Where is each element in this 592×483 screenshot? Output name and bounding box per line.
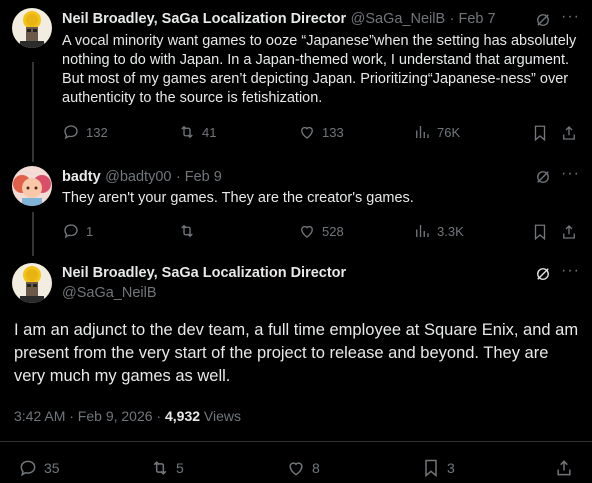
like-button[interactable]: 528 xyxy=(298,222,344,240)
reply-icon xyxy=(20,460,36,477)
reply-count: 35 xyxy=(44,460,60,476)
reply-button[interactable]: 132 xyxy=(62,123,108,141)
reply-count: 1 xyxy=(86,223,94,239)
tweet-text: A vocal minority want games to ooze “Jap… xyxy=(62,33,577,106)
views-button[interactable]: 3.3K xyxy=(413,222,464,240)
avatar[interactable] xyxy=(12,263,52,303)
bookmark-icon[interactable] xyxy=(531,223,549,246)
heart-icon xyxy=(301,225,313,238)
tweet-date[interactable]: · Feb 7 xyxy=(450,11,496,27)
author-name[interactable]: Neil Broadley, SaGa Localization Directo… xyxy=(62,11,346,27)
reply-icon xyxy=(64,224,78,239)
like-button[interactable]: 8 xyxy=(286,458,320,478)
author-handle[interactable]: @SaGa_NeilB xyxy=(351,11,446,27)
views-icon xyxy=(416,126,429,138)
thread-line xyxy=(32,62,34,162)
tweet-meta: 3:42 AM · Feb 9, 2026 · 4,932 Views xyxy=(14,408,241,424)
repost-icon xyxy=(181,125,193,139)
author-name[interactable]: badty xyxy=(62,169,101,185)
repost-count: 5 xyxy=(176,460,184,476)
views-count: 4,932 xyxy=(164,408,201,424)
tweet-text: They aren't your games. They are the cre… xyxy=(62,190,414,206)
avatar[interactable] xyxy=(12,8,52,48)
tweet-header: badty @badty00 · Feb 9 xyxy=(62,168,222,186)
view-count: 76K xyxy=(437,124,461,140)
avatar[interactable] xyxy=(12,166,52,206)
share-icon[interactable] xyxy=(560,124,578,147)
views-button[interactable]: 76K xyxy=(413,123,460,141)
tweet-date[interactable]: · Feb 9 xyxy=(176,169,222,185)
views-label: Views xyxy=(203,408,242,424)
like-count: 8 xyxy=(312,460,320,476)
reply-button[interactable]: 1 xyxy=(62,222,93,240)
like-button[interactable]: 133 xyxy=(298,123,344,141)
repost-button[interactable] xyxy=(178,222,202,240)
share-icon[interactable] xyxy=(560,223,578,246)
author-name[interactable]: Neil Broadley, SaGa Localization Directo… xyxy=(62,265,346,281)
thread-line xyxy=(32,212,34,256)
grok-icon[interactable] xyxy=(534,11,552,34)
tweet-header: Neil Broadley, SaGa Localization Directo… xyxy=(62,10,496,28)
repost-icon xyxy=(153,461,167,475)
like-count: 528 xyxy=(322,223,344,239)
more-options-icon[interactable]: ··· xyxy=(561,165,580,183)
grok-icon[interactable] xyxy=(534,168,552,191)
share-icon[interactable] xyxy=(554,458,574,483)
heart-icon xyxy=(289,462,303,476)
repost-button[interactable]: 41 xyxy=(178,123,216,141)
grok-icon[interactable] xyxy=(534,265,552,288)
repost-icon xyxy=(181,224,193,238)
author-handle[interactable]: @SaGa_NeilB xyxy=(62,285,157,301)
more-options-icon[interactable]: ··· xyxy=(561,8,580,26)
repost-count: 41 xyxy=(202,124,217,140)
like-count: 133 xyxy=(322,124,344,140)
tweet-text: I am an adjunct to the dev team, a full … xyxy=(14,321,579,385)
author-handle[interactable]: @badty00 xyxy=(105,169,171,185)
view-count: 3.3K xyxy=(437,223,464,239)
repost-button[interactable]: 5 xyxy=(150,458,184,478)
bookmark-icon xyxy=(425,459,437,478)
bookmark-button[interactable]: 3 xyxy=(421,458,455,478)
reply-button[interactable]: 35 xyxy=(18,458,60,478)
bookmark-count: 3 xyxy=(447,460,455,476)
more-options-icon[interactable]: ··· xyxy=(561,262,580,280)
reply-count: 132 xyxy=(86,124,108,140)
bookmark-icon[interactable] xyxy=(531,124,549,147)
views-icon xyxy=(416,225,429,237)
divider xyxy=(0,441,592,442)
timestamp[interactable]: 3:42 AM · Feb 9, 2026 · xyxy=(14,408,161,424)
reply-icon xyxy=(64,125,78,140)
heart-icon xyxy=(301,126,313,139)
